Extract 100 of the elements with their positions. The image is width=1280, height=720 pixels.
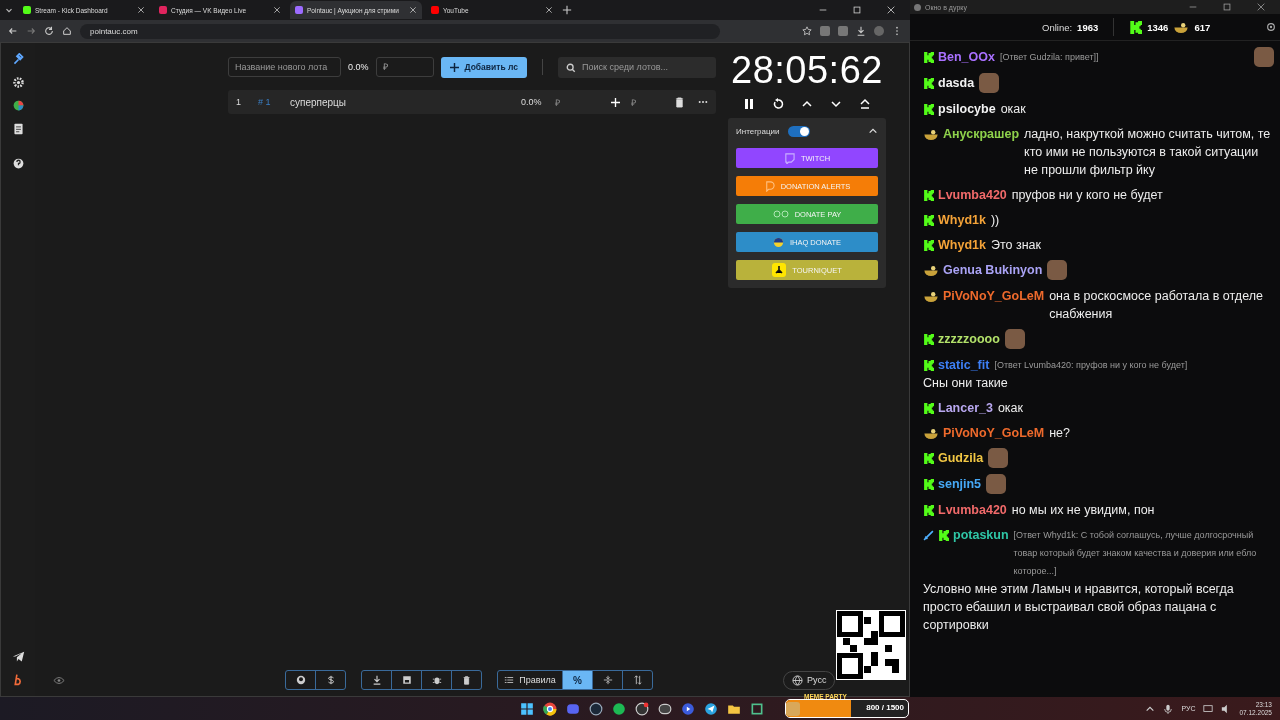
chat-username[interactable]: Lvumba420 xyxy=(938,186,1007,204)
message-text: Сны они такие xyxy=(923,375,1009,392)
chat-username[interactable]: Анускрашер xyxy=(943,125,1020,143)
k-badge-icon xyxy=(923,334,934,345)
maximize-icon[interactable] xyxy=(852,5,862,15)
chat-username[interactable]: Whyd1k xyxy=(938,211,986,229)
settings-icon[interactable] xyxy=(11,76,25,89)
pie-chart-icon[interactable] xyxy=(11,99,25,112)
play-icon[interactable] xyxy=(681,701,695,716)
reply-quote: [Ответ Lvumba420: пруфов ни у кого не будет] xyxy=(994,359,1189,372)
music-app-icon[interactable] xyxy=(612,701,626,716)
chat-username[interactable]: PiVoNoY_GoLeM xyxy=(943,287,1045,305)
settings-icon xyxy=(1266,22,1276,32)
windows-logo-icon[interactable] xyxy=(520,701,534,716)
close-icon[interactable] xyxy=(1256,2,1266,12)
address-field[interactable]: pointauc.com xyxy=(80,23,720,39)
clipboard-icon[interactable] xyxy=(11,122,25,135)
network-icon[interactable] xyxy=(1203,703,1214,714)
trash-icon[interactable] xyxy=(675,96,684,108)
favicon-icon xyxy=(23,6,31,14)
forward-icon[interactable] xyxy=(26,26,36,36)
app-icon[interactable] xyxy=(658,701,672,716)
app-icon[interactable] xyxy=(750,701,764,716)
chat-username[interactable]: senjin5 xyxy=(938,475,982,493)
message-text: она в роскосмосе работала в отделе снабжения xyxy=(1049,288,1264,323)
restart-icon[interactable] xyxy=(772,98,784,110)
message-text: но мы их не увидим, пон xyxy=(1011,502,1156,519)
amount-field[interactable]: ₽ xyxy=(375,57,434,77)
lot-index: 1 xyxy=(236,97,242,107)
lot-name: суперперцы xyxy=(290,96,347,108)
timer: 28:05:62 xyxy=(731,48,883,92)
message-text: пруфов ни у кого не будет xyxy=(1011,187,1164,204)
chat-username[interactable]: Genua Bukinyon xyxy=(943,261,1043,279)
add-lot-button[interactable]: Добавить лс xyxy=(440,56,528,78)
add-icon[interactable] xyxy=(611,97,620,107)
new-lot-field[interactable]: Название нового лота xyxy=(228,57,341,77)
help-icon[interactable] xyxy=(11,157,25,170)
search-field[interactable]: Поиск среди лотов... xyxy=(558,56,716,78)
home-icon[interactable] xyxy=(62,26,72,36)
percent-toggle[interactable]: % xyxy=(563,671,593,689)
chat-bubble-icon xyxy=(783,152,795,164)
favicon-icon xyxy=(295,6,303,14)
close-icon[interactable] xyxy=(137,6,145,14)
k-badge-icon xyxy=(923,190,934,201)
chat-username[interactable]: dasda xyxy=(938,74,975,92)
integrations-toggle[interactable] xyxy=(787,125,810,137)
close-icon[interactable] xyxy=(273,6,281,14)
gavel-icon[interactable] xyxy=(11,53,25,66)
more-icon[interactable] xyxy=(698,100,708,104)
microphone-icon[interactable] xyxy=(1163,703,1174,714)
two-circles-icon xyxy=(772,209,789,219)
back-icon[interactable] xyxy=(8,26,18,36)
chat-username[interactable]: Gudzila xyxy=(938,449,984,467)
maximize-icon[interactable] xyxy=(1222,2,1232,12)
chat-username[interactable]: static_fit xyxy=(938,356,990,374)
message-text: не? xyxy=(1049,425,1071,442)
chat-username[interactable]: Lvumba420 xyxy=(938,501,1007,519)
chat-app-icon[interactable] xyxy=(566,701,580,716)
close-icon[interactable] xyxy=(545,6,553,14)
close-icon[interactable] xyxy=(886,5,896,15)
k-badge-icon xyxy=(923,52,934,63)
eject-icon[interactable] xyxy=(859,98,871,110)
message-text: окак xyxy=(1000,101,1027,118)
star-icon[interactable] xyxy=(802,26,812,36)
message-text: Условно мне этим Ламыч и нравится, который всегда просто ебашил и выстраивал свой образ пацана с сортировки xyxy=(923,581,1235,634)
online-label: Online: xyxy=(1042,21,1073,33)
chevron-down-icon[interactable] xyxy=(830,98,842,110)
close-icon[interactable] xyxy=(409,6,417,14)
chat-username[interactable]: Ben_OOx xyxy=(938,48,995,66)
message-text: )) xyxy=(990,212,1001,229)
chat-username[interactable]: zzzzzoooo xyxy=(938,330,1000,348)
progress-text: 800 / 1500 xyxy=(866,703,904,712)
recorder-icon[interactable] xyxy=(635,701,649,716)
paper-plane-icon[interactable] xyxy=(704,701,718,716)
globe-icon xyxy=(792,674,803,686)
pause-icon[interactable] xyxy=(743,98,755,110)
chevron-up-icon[interactable] xyxy=(868,126,878,136)
favicon-icon xyxy=(431,6,439,14)
chat-username[interactable]: potaskun xyxy=(953,526,1009,544)
lot-amount: ₽ xyxy=(555,96,561,109)
sword-badge-icon xyxy=(923,530,934,541)
paper-plane-icon[interactable] xyxy=(11,650,25,663)
chat-username[interactable]: psilocybe xyxy=(938,100,996,118)
reload-icon[interactable] xyxy=(44,26,54,36)
kick-viewer-count: 1346 xyxy=(1147,21,1169,33)
window-icon xyxy=(914,3,921,11)
k-badge-icon xyxy=(923,403,934,414)
reply-quote: [Ответ Gudzila: привет]] xyxy=(999,51,1100,64)
new-tab-icon[interactable] xyxy=(562,5,572,15)
k-badge-icon xyxy=(923,215,934,226)
chat-username[interactable]: PiVoNoY_GoLeM xyxy=(943,424,1045,442)
bowl-badge-icon xyxy=(923,129,939,140)
eye-icon[interactable] xyxy=(53,675,65,685)
chat-username[interactable]: Lancer_3 xyxy=(938,399,993,417)
reply-quote: [Ответ Whyd1k: С тобой соглашусь, лучше долгосрочный товар который будет знаком качества и доверия или ебло которое...] xyxy=(1013,529,1258,578)
chat-username[interactable]: Whyd1k xyxy=(938,236,986,254)
add-amount-field[interactable]: ₽ xyxy=(631,95,675,109)
viewer-count: 617 xyxy=(1194,21,1211,33)
browser-icon[interactable] xyxy=(543,701,557,716)
bowl-badge-icon xyxy=(923,428,939,439)
